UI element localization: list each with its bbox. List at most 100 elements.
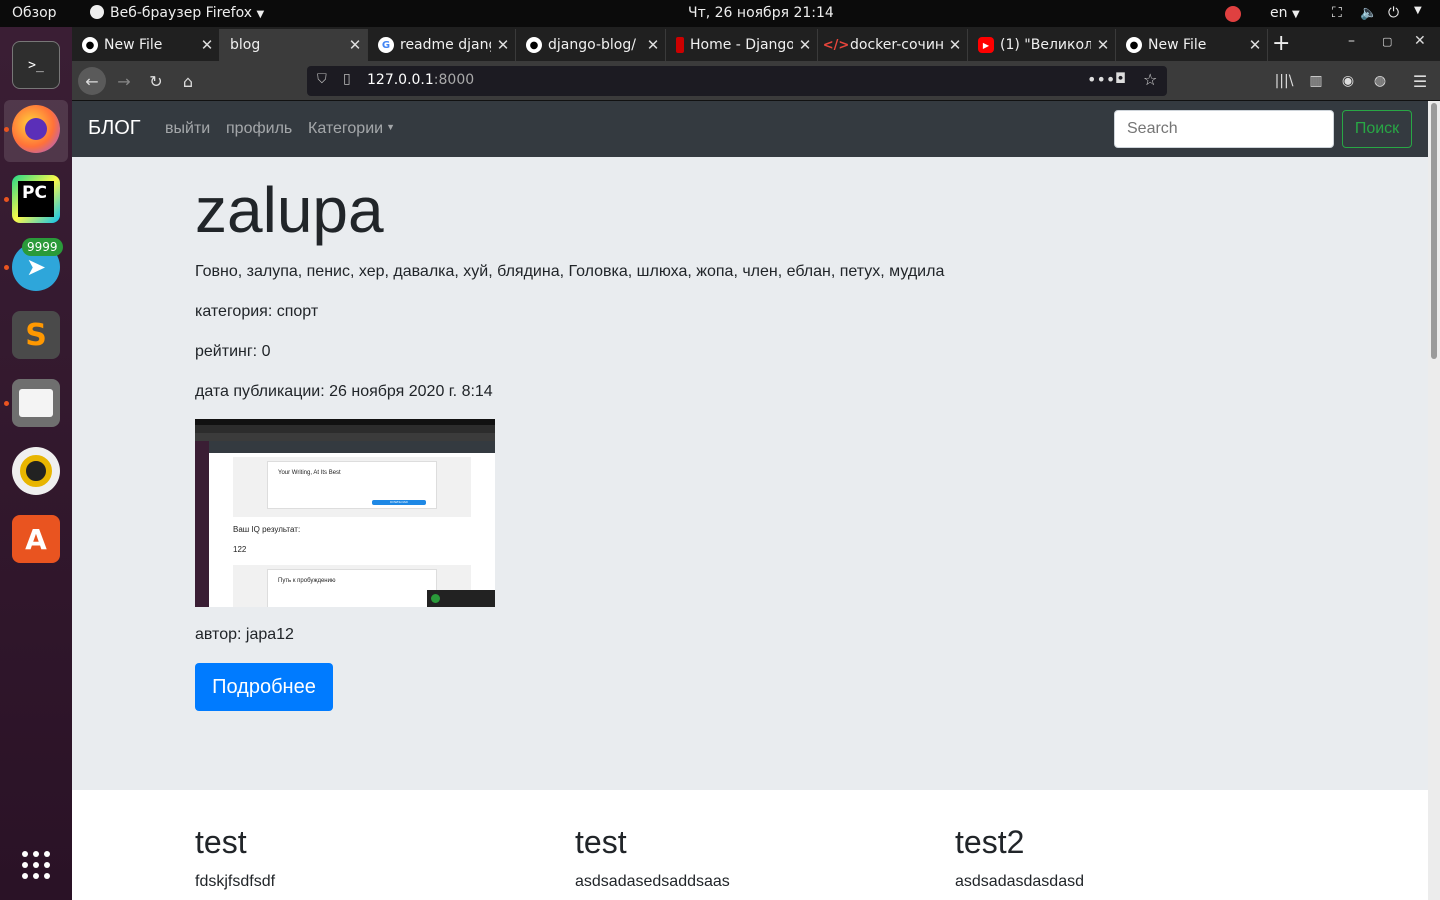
forward-icon[interactable]: → xyxy=(110,67,138,95)
url-text[interactable]: 127.0.0.1:8000 xyxy=(367,72,474,88)
files-icon[interactable] xyxy=(12,379,60,427)
image-notification-icon xyxy=(431,594,440,603)
search-input[interactable] xyxy=(1114,110,1334,148)
close-icon[interactable]: ✕ xyxy=(343,36,367,54)
search-button[interactable]: Поиск xyxy=(1342,110,1412,148)
tab-label: New File xyxy=(1148,37,1207,53)
running-indicator xyxy=(4,401,9,406)
image-toolbar xyxy=(195,433,495,441)
page-viewport: БЛОГ выйти профиль Категории▼ Поиск zalu… xyxy=(72,101,1428,900)
activities-button[interactable]: Обзор xyxy=(12,5,57,21)
page-actions-icon[interactable]: ••• xyxy=(1087,70,1115,89)
language-label: en xyxy=(1270,5,1288,21)
pocket-icon[interactable]: ◘ xyxy=(1115,71,1126,87)
tab-django-blog[interactable]: ● django-blog/ ✕ xyxy=(516,29,666,61)
tab-new-file-2[interactable]: ● New File ✕ xyxy=(1116,29,1268,61)
post-title: zalupa xyxy=(195,174,384,246)
tab-youtube[interactable]: ▶ (1) "Великолепн ✕ xyxy=(968,29,1116,61)
show-applications-icon[interactable] xyxy=(12,841,60,889)
read-more-button[interactable]: Подробнее xyxy=(195,663,333,711)
image-notification xyxy=(427,590,495,607)
ubuntu-software-icon[interactable]: A xyxy=(12,515,60,563)
window-close-icon[interactable]: ✕ xyxy=(1414,33,1426,49)
dock: >_ PC ➤ 9999 S A xyxy=(0,27,72,900)
running-indicator xyxy=(4,127,9,132)
github-icon: ● xyxy=(526,37,542,53)
image-ad-heading: Your Writing, At Its Best xyxy=(278,470,341,476)
tab-new-file[interactable]: ● New File ✕ xyxy=(72,29,220,61)
close-icon[interactable]: ✕ xyxy=(943,36,967,54)
network-icon[interactable]: ⛶ xyxy=(1332,5,1342,21)
scrollbar-thumb[interactable] xyxy=(1431,103,1437,359)
nav-profile[interactable]: профиль xyxy=(226,120,292,138)
close-icon[interactable]: ✕ xyxy=(195,36,219,54)
image-result-label: Ваш IQ результат: xyxy=(233,525,301,534)
home-icon[interactable]: ⌂ xyxy=(174,67,202,95)
menu-icon[interactable]: ☰ xyxy=(1406,67,1434,95)
url-port: :8000 xyxy=(433,72,475,88)
nav-categories-dropdown[interactable]: Категории ▼ xyxy=(308,120,395,138)
power-icon[interactable]: ⏻ xyxy=(1388,5,1399,21)
back-icon[interactable]: ← xyxy=(78,67,106,95)
chrome-indicator-icon[interactable] xyxy=(1225,6,1241,22)
close-icon[interactable]: ✕ xyxy=(1243,36,1267,54)
code-icon: </> xyxy=(822,37,850,53)
image-ad-1: Your Writing, At Its Best DOWNLOAD xyxy=(233,457,471,517)
telegram-plane-glyph: ➤ xyxy=(25,253,47,281)
new-tab-icon[interactable]: + xyxy=(1272,31,1290,56)
running-indicator xyxy=(4,197,9,202)
app-menu-label: Веб-браузер Firefox xyxy=(110,5,253,21)
url-host: 127.0.0.1 xyxy=(367,72,434,88)
tab-label: readme django xyxy=(400,37,491,53)
reload-icon[interactable]: ↻ xyxy=(142,67,170,95)
post-date: дата публикации: 26 ноября 2020 г. 8:14 xyxy=(195,383,493,400)
image-ad-card-2: Путь к пробуждению xyxy=(267,569,437,607)
tab-label: Home - Django xyxy=(690,37,793,53)
url-bar[interactable]: ⛉ ▯ 127.0.0.1:8000 ••• ◘ ☆ xyxy=(307,66,1167,96)
close-icon[interactable]: ✕ xyxy=(1091,36,1115,54)
tab-blog[interactable]: blog ✕ xyxy=(220,29,368,61)
sublime-text-icon[interactable]: S xyxy=(12,311,60,359)
image-page: Your Writing, At Its Best DOWNLOAD Ваш I… xyxy=(209,453,495,607)
pycharm-icon[interactable]: PC xyxy=(12,175,60,223)
github-icon: ● xyxy=(82,37,98,53)
card-title: test2 xyxy=(955,824,1025,860)
image-site-nav xyxy=(209,441,495,453)
close-icon[interactable]: ✕ xyxy=(793,36,817,54)
featured-post: zalupa Говно, залупа, пенис, хер, давалк… xyxy=(72,157,1428,790)
firefox-icon[interactable] xyxy=(12,105,60,153)
tab-docker[interactable]: </> docker-сочин ✕ xyxy=(818,29,968,61)
terminal-icon[interactable]: >_ xyxy=(12,41,60,89)
page-info-icon[interactable]: ▯ xyxy=(343,71,351,87)
minimize-icon[interactable]: – xyxy=(1348,33,1355,49)
post-category: категория: спорт xyxy=(195,303,319,320)
image-dock xyxy=(195,441,209,607)
nav-logout[interactable]: выйти xyxy=(165,120,210,138)
image-ad-heading-2: Путь к пробуждению xyxy=(278,578,336,584)
close-icon[interactable]: ✕ xyxy=(491,36,515,54)
app-menu[interactable]: Веб-браузер Firefox ▼ xyxy=(90,5,264,21)
youtube-icon: ▶ xyxy=(978,37,994,53)
maximize-icon[interactable]: ▢ xyxy=(1382,35,1392,48)
bookmark-star-icon[interactable]: ☆ xyxy=(1143,70,1157,89)
rhythmbox-icon[interactable] xyxy=(12,447,60,495)
card-text: asdsadasedsaddsaas xyxy=(575,873,730,890)
clock[interactable]: Чт, 26 ноября 21:14 xyxy=(688,5,834,21)
page-scrollbar[interactable] xyxy=(1428,101,1440,900)
chevron-down-icon: ▼ xyxy=(256,9,265,20)
volume-icon[interactable]: 🔈 xyxy=(1360,5,1377,21)
library-icon[interactable]: |||\ xyxy=(1270,67,1298,95)
site-navbar: БЛОГ выйти профиль Категории▼ Поиск xyxy=(72,101,1428,157)
pycharm-glyph: PC xyxy=(18,181,54,217)
chevron-down-icon[interactable]: ▼ xyxy=(1414,5,1422,16)
shield-icon[interactable]: ⛉ xyxy=(317,72,327,87)
account-icon[interactable]: ◉ xyxy=(1334,67,1362,95)
tab-home-django[interactable]: Home - Django ✕ xyxy=(666,29,818,61)
close-icon[interactable]: ✕ xyxy=(641,36,665,54)
sidebar-icon[interactable]: ▥ xyxy=(1302,67,1330,95)
post-rating: рейтинг: 0 xyxy=(195,343,271,360)
site-brand[interactable]: БЛОГ xyxy=(88,117,141,140)
language-indicator[interactable]: en ▼ xyxy=(1270,5,1300,21)
extension-icon[interactable]: ◍ xyxy=(1366,67,1394,95)
tab-readme-django[interactable]: G readme django ✕ xyxy=(368,29,516,61)
